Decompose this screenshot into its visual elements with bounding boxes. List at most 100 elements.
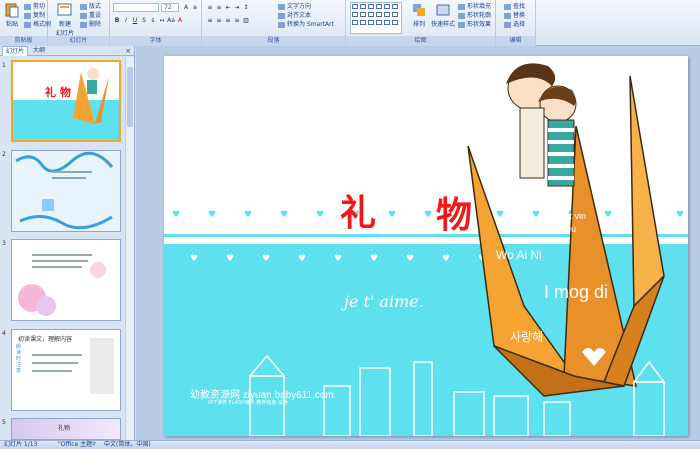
scrollbar-thumb[interactable] xyxy=(127,67,133,127)
shape-outline-button[interactable]: 形状轮廓 xyxy=(458,11,491,20)
slide-count: 幻灯片 1/13 xyxy=(4,441,38,448)
cut-button[interactable]: 剪切 xyxy=(24,2,45,11)
underline-icon[interactable]: U xyxy=(131,17,139,25)
thumb-number: 3 xyxy=(2,240,6,247)
delete-slide-button[interactable]: 删除 xyxy=(80,20,101,29)
shape-effects-button[interactable]: 形状效果 xyxy=(458,20,491,29)
thumb-2-art xyxy=(12,151,120,231)
slide-canvas[interactable]: ♥♥♥♥♥♥♥♥♥♥♥♥♥♥♥ ♥♥♥♥♥♥♥♥♥ xyxy=(164,56,688,436)
paragraph-group: ≡ ≡ ⇤ ⇥ ↕ ≡ ≡ ≡ ≡ ▥ 文字方向 对齐文本 转换为 SmartArt 段落 xyxy=(202,0,346,46)
paste-icon xyxy=(5,3,19,18)
new-slide-icon xyxy=(57,3,72,16)
slides-pane: 幻灯片 大纲 × 1 礼 物 2 3 4 初读课文，理解内容 朗读时注意 5 礼… xyxy=(0,46,135,440)
thumb-number: 5 xyxy=(2,419,6,426)
site-subline: PPT课件 FLASH课件 教养指南 试卷 xyxy=(208,400,288,406)
slide-thumb-1[interactable]: 礼 物 xyxy=(11,60,121,142)
text-direction-button[interactable]: 文字方向 xyxy=(278,2,311,11)
clipboard-group: 粘贴 剪切 复制 格式刷 剪贴板 xyxy=(0,0,51,46)
align-right-icon[interactable]: ≡ xyxy=(224,17,232,25)
editing-group: 查找 替换 选择 编辑 xyxy=(496,0,536,46)
slide-thumb-5[interactable]: 礼物 xyxy=(11,418,121,440)
slide-thumb-4[interactable]: 初读课文，理解内容 朗读时注意 xyxy=(11,329,121,411)
bullets-icon[interactable]: ≡ xyxy=(206,4,214,12)
crane-word-ikhou: Ik hou van jou xyxy=(520,224,577,234)
title-char-2[interactable]: 物 xyxy=(436,186,472,238)
ribbon: 粘贴 剪切 复制 格式刷 剪贴板 新建 幻灯片 版式 重设 删除 幻灯片 72 … xyxy=(0,0,700,46)
slide-editor: ♥♥♥♥♥♥♥♥♥♥♥♥♥♥♥ ♥♥♥♥♥♥♥♥♥ xyxy=(136,46,700,440)
shapes-gallery[interactable] xyxy=(350,2,402,34)
numbering-icon[interactable]: ≡ xyxy=(215,4,223,12)
decrease-indent-icon[interactable]: ⇤ xyxy=(224,4,232,12)
thumb-1-title: 礼 物 xyxy=(45,86,71,99)
case-icon[interactable]: Aa xyxy=(167,17,175,25)
thumb-5-title: 礼物 xyxy=(58,425,71,432)
thumb-4-art xyxy=(32,338,114,394)
tab-outline[interactable]: 大纲 xyxy=(30,46,48,56)
list-buttons: ≡ ≡ ⇤ ⇥ ↕ xyxy=(206,3,251,12)
replace-button[interactable]: 替换 xyxy=(504,11,525,20)
crane-word-woaini: Wo Ai Ni xyxy=(496,248,542,262)
format-painter-button[interactable]: 格式刷 xyxy=(24,20,51,29)
crane-illustration xyxy=(248,63,666,436)
thumb-3-art xyxy=(12,240,120,320)
slide-thumb-3[interactable] xyxy=(11,239,121,321)
thumb-1-art xyxy=(13,68,119,140)
smartart-button[interactable]: 转换为 SmartArt xyxy=(278,20,334,29)
columns-icon[interactable]: ▥ xyxy=(242,17,250,25)
align-left-icon[interactable]: ≡ xyxy=(206,17,214,25)
font-grow-shrink: Aa xyxy=(182,3,200,12)
crane-word-amat: amat vin xyxy=(552,211,587,221)
strike-icon[interactable]: S xyxy=(140,17,148,25)
copy-button[interactable]: 复制 xyxy=(24,11,45,20)
drawing-group-label: 绘图 xyxy=(346,36,495,46)
tab-slides[interactable]: 幻灯片 xyxy=(2,46,29,56)
shape-fill-button[interactable]: 形状填充 xyxy=(458,2,491,11)
thumb-number: 4 xyxy=(2,330,6,337)
arrange-icon xyxy=(413,4,425,16)
font-name-combo[interactable] xyxy=(113,3,159,12)
crane-word-imogdi: I mog di xyxy=(544,282,609,302)
find-button[interactable]: 查找 xyxy=(504,2,525,11)
font-color-icon[interactable]: A xyxy=(176,17,184,25)
shadow-icon[interactable]: s xyxy=(149,17,157,25)
arrange-button[interactable]: 排列 xyxy=(410,2,428,28)
cursive-text: je t' aime. xyxy=(344,292,424,311)
slide-thumb-2[interactable] xyxy=(11,150,121,232)
bold-icon[interactable]: B xyxy=(113,17,121,25)
spacing-icon[interactable]: ↔ xyxy=(158,17,166,25)
pane-scrollbar[interactable] xyxy=(125,57,134,440)
line-spacing-icon[interactable]: ↕ xyxy=(242,4,250,12)
layout-button[interactable]: 版式 xyxy=(80,2,101,11)
new-slide-button[interactable]: 新建 幻灯片 xyxy=(54,2,76,37)
close-pane-icon[interactable]: × xyxy=(125,46,131,56)
align-center-icon[interactable]: ≡ xyxy=(215,17,223,25)
italic-icon[interactable]: I xyxy=(122,17,130,25)
thumb-number: 2 xyxy=(2,151,6,158)
drawing-group: 排列 快速样式 形状填充 形状轮廓 形状效果 绘图 xyxy=(346,0,496,46)
select-button[interactable]: 选择 xyxy=(504,20,525,29)
shrink-font-icon[interactable]: a xyxy=(191,4,199,12)
grow-font-icon[interactable]: A xyxy=(182,4,190,12)
paragraph-group-label: 段落 xyxy=(202,36,345,46)
font-group-label: 字体 xyxy=(110,36,201,46)
status-bar: 幻灯片 1/13 "Office 主题" ✓ 中文(简体，中国) xyxy=(0,440,700,449)
quick-styles-icon xyxy=(436,4,450,16)
title-char-1[interactable]: 礼 xyxy=(340,184,376,236)
check-icon: ✓ xyxy=(92,441,98,448)
pane-tabs: 幻灯片 大纲 × xyxy=(0,46,134,56)
align-buttons: ≡ ≡ ≡ ≡ ▥ xyxy=(206,16,251,25)
font-group: 72 Aa B I U Ss ↔ Aa A 字体 xyxy=(110,0,202,46)
editing-group-label: 编辑 xyxy=(496,36,535,46)
reset-button[interactable]: 重设 xyxy=(80,11,101,20)
theme-name: "Office 主题" xyxy=(58,441,95,448)
clipboard-group-label: 剪贴板 xyxy=(0,36,47,46)
thumb-number: 1 xyxy=(2,62,6,69)
increase-indent-icon[interactable]: ⇥ xyxy=(233,4,241,12)
quick-styles-button[interactable]: 快速样式 xyxy=(430,2,456,28)
font-format-row: B I U Ss ↔ Aa A xyxy=(113,16,185,25)
language[interactable]: 中文(简体，中国) xyxy=(104,441,151,449)
font-size-combo[interactable]: 72 xyxy=(161,3,179,12)
paste-button[interactable]: 粘贴 xyxy=(2,2,22,28)
align-text-button[interactable]: 对齐文本 xyxy=(278,11,311,20)
justify-icon[interactable]: ≡ xyxy=(233,17,241,25)
